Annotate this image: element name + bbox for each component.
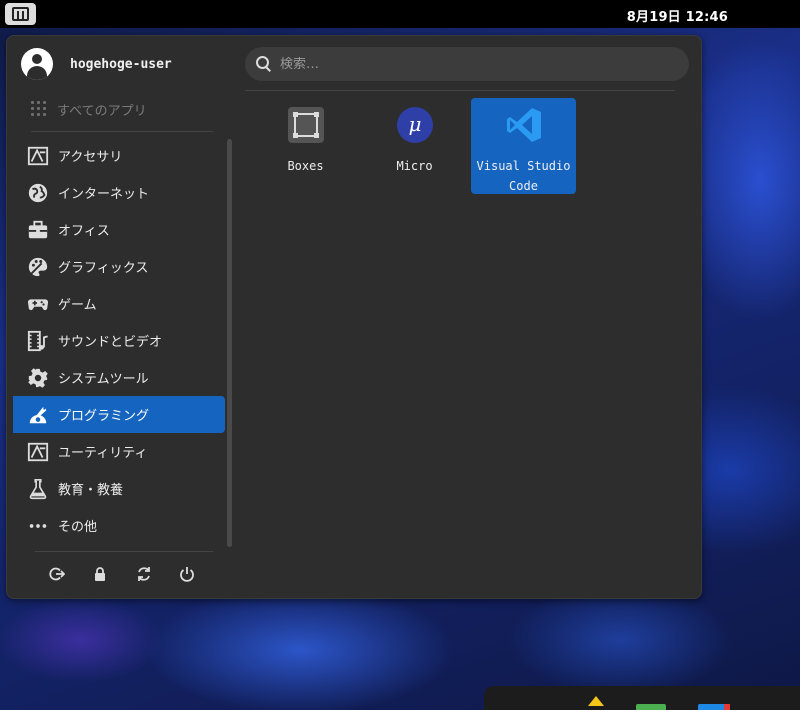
- username: hogehoge-user: [70, 56, 172, 72]
- restart-button[interactable]: [134, 564, 154, 584]
- dock-app-icon[interactable]: [636, 704, 666, 710]
- grid-icon: [31, 101, 47, 117]
- category-label: インターネット: [58, 187, 150, 202]
- app-label: Boxes: [287, 159, 324, 173]
- category-sound-video[interactable]: サウンドとビデオ: [13, 322, 225, 359]
- utilities-icon: [26, 440, 50, 464]
- category-other[interactable]: その他: [13, 507, 225, 544]
- category-label: サウンドとビデオ: [58, 335, 163, 350]
- logout-button[interactable]: [47, 564, 67, 584]
- palette-icon: [26, 255, 50, 279]
- dock-app-icon[interactable]: [588, 696, 604, 706]
- category-label: アクセサリ: [58, 150, 123, 165]
- micro-icon: μ: [396, 106, 434, 144]
- briefcase-icon: [26, 218, 50, 242]
- multimedia-icon: [26, 329, 50, 353]
- category-label: プログラミング: [58, 409, 150, 424]
- user-info[interactable]: hogehoge-user: [21, 48, 172, 80]
- user-avatar-icon: [21, 48, 53, 80]
- app-label: Micro: [396, 159, 433, 173]
- logout-icon: [49, 567, 65, 581]
- category-label: 教育・教養: [58, 483, 124, 498]
- svg-text:μ: μ: [408, 112, 421, 136]
- app-micro[interactable]: μ Micro: [362, 98, 467, 194]
- search-input[interactable]: [280, 56, 660, 72]
- divider: [35, 551, 213, 552]
- gamepad-icon: [26, 292, 50, 316]
- category-system-tools[interactable]: システムツール: [13, 359, 225, 396]
- all-apps-item[interactable]: すべてのアプリ: [31, 98, 147, 120]
- category-programming[interactable]: プログラミング: [13, 396, 225, 433]
- development-icon: [26, 403, 50, 427]
- app-label-line: Visual Studio: [476, 159, 571, 173]
- dock-app-icon[interactable]: [724, 704, 730, 710]
- session-actions: [47, 564, 197, 584]
- more-dots-icon: [26, 514, 50, 538]
- vscode-icon: [505, 106, 543, 144]
- category-accessories[interactable]: アクセサリ: [13, 137, 225, 174]
- boxes-icon: [287, 106, 325, 144]
- clock[interactable]: 8月19日 12:46: [627, 6, 728, 25]
- category-label: システムツール: [58, 372, 149, 387]
- dock: [484, 686, 800, 710]
- category-list: アクセサリ インターネット オフィス グラフィックス ゲーム サウンドとビデオ …: [13, 137, 225, 544]
- all-apps-label: すべてのアプリ: [57, 103, 147, 119]
- globe-icon: [26, 181, 50, 205]
- gear-icon: [26, 366, 50, 390]
- lock-icon: [95, 567, 106, 581]
- category-games[interactable]: ゲーム: [13, 285, 225, 322]
- lock-button[interactable]: [90, 564, 110, 584]
- app-vscode[interactable]: Visual Studio Code: [471, 98, 576, 194]
- flask-icon: [26, 477, 50, 501]
- category-education[interactable]: 教育・教養: [13, 470, 225, 507]
- category-label: オフィス: [58, 224, 110, 239]
- category-label: ゲーム: [58, 298, 97, 313]
- manjaro-logo-icon[interactable]: [5, 3, 36, 25]
- category-internet[interactable]: インターネット: [13, 174, 225, 211]
- app-label: Visual Studio Code: [477, 156, 571, 196]
- accessories-icon: [26, 144, 50, 168]
- application-menu: hogehoge-user すべてのアプリ アクセサリ インターネット オフィス: [6, 35, 702, 599]
- category-scrollbar[interactable]: [227, 139, 232, 547]
- category-label: グラフィックス: [58, 261, 149, 276]
- category-label: ユーティリティ: [58, 446, 148, 461]
- divider: [245, 90, 675, 91]
- app-grid: Boxes μ Micro Visual Studio Code: [253, 98, 580, 194]
- restart-icon: [137, 567, 150, 581]
- top-panel: 8月19日 12:46: [0, 0, 800, 28]
- divider: [31, 131, 213, 132]
- category-label: その他: [58, 520, 98, 535]
- power-icon: [180, 567, 194, 582]
- category-graphics[interactable]: グラフィックス: [13, 248, 225, 285]
- search-icon: [256, 56, 272, 72]
- app-label-line: Code: [509, 179, 538, 193]
- power-button[interactable]: [177, 564, 197, 584]
- category-utilities[interactable]: ユーティリティ: [13, 433, 225, 470]
- search-box[interactable]: [245, 47, 689, 81]
- app-boxes[interactable]: Boxes: [253, 98, 358, 194]
- category-office[interactable]: オフィス: [13, 211, 225, 248]
